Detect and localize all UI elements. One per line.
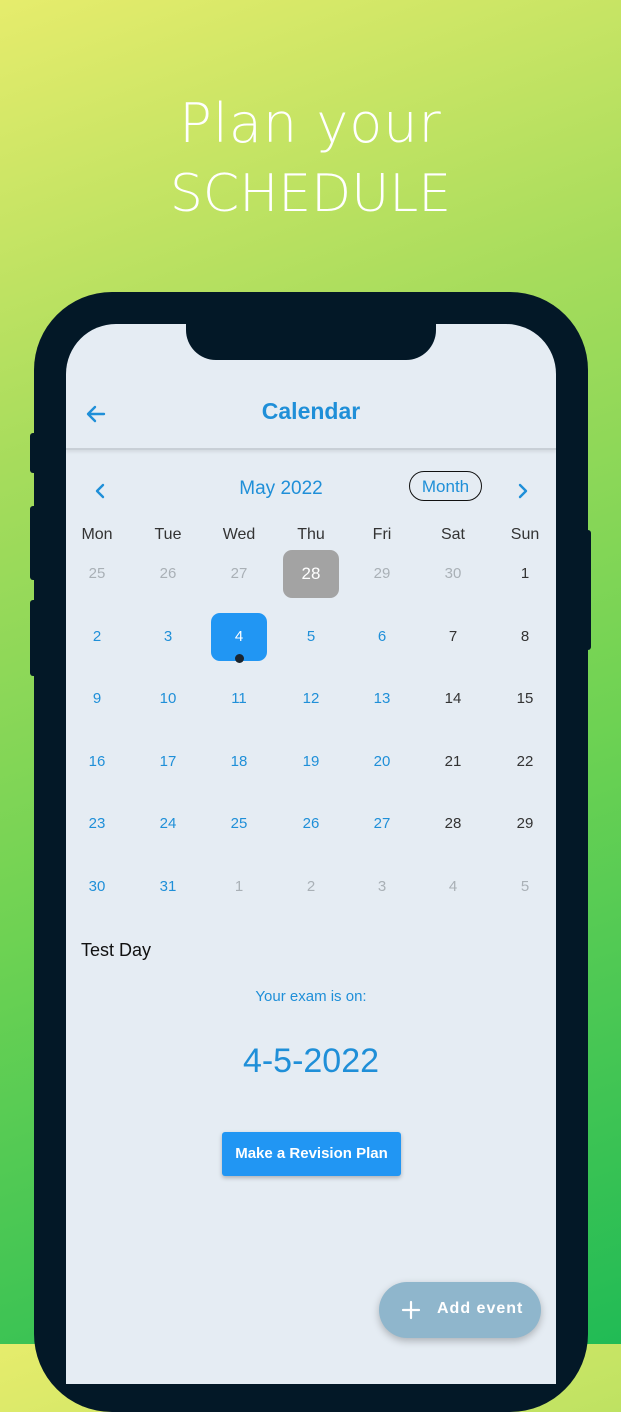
phone-notch <box>186 310 436 360</box>
calendar-day[interactable]: 17 <box>140 738 196 786</box>
view-mode-toggle[interactable]: Month <box>409 471 482 501</box>
calendar-day[interactable]: 25 <box>69 550 125 598</box>
calendar-day[interactable]: 21 <box>425 738 481 786</box>
calendar-day[interactable]: 12 <box>283 675 339 723</box>
calendar-header: May 2022 Month <box>66 471 556 510</box>
calendar-day[interactable]: 1 <box>211 863 267 911</box>
event-dot-icon <box>235 653 244 663</box>
weekday-label: Fri <box>372 526 392 543</box>
weekday-label: Tue <box>154 526 182 543</box>
chevron-right-icon[interactable] <box>513 482 531 500</box>
calendar-day[interactable]: 30 <box>69 863 125 911</box>
calendar-day[interactable]: 16 <box>69 738 125 786</box>
calendar-day[interactable]: 28 <box>283 550 339 598</box>
calendar-day[interactable]: 8 <box>497 613 553 661</box>
calendar-day[interactable]: 3 <box>140 613 196 661</box>
calendar-day[interactable]: 26 <box>283 800 339 848</box>
add-event-button[interactable]: Add event <box>379 1282 541 1338</box>
calendar-day[interactable]: 24 <box>140 800 196 848</box>
calendar-day[interactable]: 15 <box>497 675 553 723</box>
section-title: Test Day <box>81 940 152 960</box>
calendar-day[interactable]: 28 <box>425 800 481 848</box>
exam-date: 4-5-2022 <box>242 1042 380 1080</box>
plus-icon <box>401 1300 421 1320</box>
calendar-day[interactable]: 26 <box>140 550 196 598</box>
calendar-day[interactable]: 3 <box>354 863 410 911</box>
calendar-day[interactable]: 27 <box>354 800 410 848</box>
calendar-day[interactable]: 2 <box>69 613 125 661</box>
weekday-label: Wed <box>222 526 256 543</box>
calendar-day[interactable]: 5 <box>497 863 553 911</box>
weekday-label: Sat <box>440 526 465 543</box>
calendar-day[interactable]: 9 <box>69 675 125 723</box>
calendar-day[interactable]: 4 <box>425 863 481 911</box>
calendar-day[interactable]: 5 <box>283 613 339 661</box>
calendar-day[interactable]: 14 <box>425 675 481 723</box>
calendar-day[interactable]: 31 <box>140 863 196 911</box>
calendar-day[interactable]: 30 <box>425 550 481 598</box>
chevron-left-icon[interactable] <box>92 482 110 500</box>
make-revision-plan-button[interactable]: Make a Revision Plan <box>222 1132 401 1176</box>
phone-screen: Calendar May 2022 Month Mon Tue Wed Thu Fri S… <box>66 324 556 1384</box>
headline-line-2: SCHEDULE <box>169 164 452 224</box>
calendar-day[interactable]: 22 <box>497 738 553 786</box>
calendar-day[interactable]: 29 <box>497 800 553 848</box>
calendar-day[interactable]: 23 <box>69 800 125 848</box>
calendar-day[interactable]: 10 <box>140 675 196 723</box>
weekday-label: Mon <box>81 526 113 543</box>
calendar-day[interactable]: 11 <box>211 675 267 723</box>
weekday-header: Mon Tue Wed Thu Fri Sat Sun <box>66 526 556 550</box>
calendar-day[interactable]: 18 <box>211 738 267 786</box>
calendar-day[interactable]: 19 <box>283 738 339 786</box>
weekday-label: Sun <box>510 526 540 543</box>
calendar-day[interactable]: 13 <box>354 675 410 723</box>
calendar-day[interactable]: 2 <box>283 863 339 911</box>
calendar-day[interactable]: 7 <box>425 613 481 661</box>
calendar-day[interactable]: 4 <box>211 612 267 663</box>
calendar-day[interactable]: 29 <box>354 550 410 598</box>
calendar-day[interactable]: 20 <box>354 738 410 786</box>
page-title: Calendar <box>261 398 361 424</box>
exam-label: Your exam is on: <box>255 988 367 1005</box>
month-label: May 2022 <box>239 478 323 499</box>
calendar-day[interactable]: 1 <box>497 550 553 598</box>
calendar-day[interactable]: 6 <box>354 613 410 661</box>
weekday-label: Thu <box>297 526 325 543</box>
add-event-label: Add event <box>437 1300 524 1317</box>
calendar-day[interactable]: 27 <box>211 550 267 598</box>
headline-line-1: Plan your <box>179 92 442 155</box>
calendar-day[interactable]: 25 <box>211 800 267 848</box>
